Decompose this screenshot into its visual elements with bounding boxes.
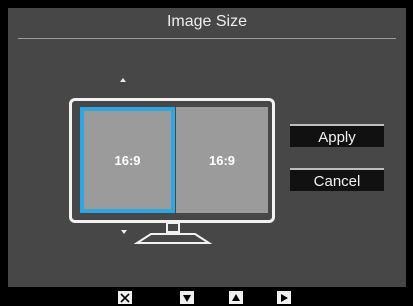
monitor-stand-icon	[133, 223, 213, 244]
image-size-menu: Image Size 16:9 16:9 Apply Cancel	[8, 8, 406, 287]
up-arrow-icon	[120, 78, 126, 82]
arrow-down-icon[interactable]	[180, 291, 194, 304]
preview-option-left[interactable]: 16:9	[80, 107, 175, 213]
control-bar	[0, 289, 413, 306]
cancel-button[interactable]: Cancel	[290, 168, 384, 191]
preview-option-right-label: 16:9	[208, 152, 236, 168]
close-icon[interactable]	[118, 291, 132, 304]
preview-option-right[interactable]: 16:9	[176, 107, 268, 213]
apply-button[interactable]: Apply	[290, 124, 384, 147]
preview-option-left-label: 16:9	[114, 152, 141, 168]
arrow-right-icon[interactable]	[277, 291, 291, 304]
title-divider	[18, 38, 396, 39]
arrow-up-icon[interactable]	[229, 291, 243, 304]
menu-title: Image Size	[166, 13, 248, 30]
monitor-preview: 16:9 16:9	[69, 98, 275, 223]
down-arrow-icon	[121, 230, 127, 234]
